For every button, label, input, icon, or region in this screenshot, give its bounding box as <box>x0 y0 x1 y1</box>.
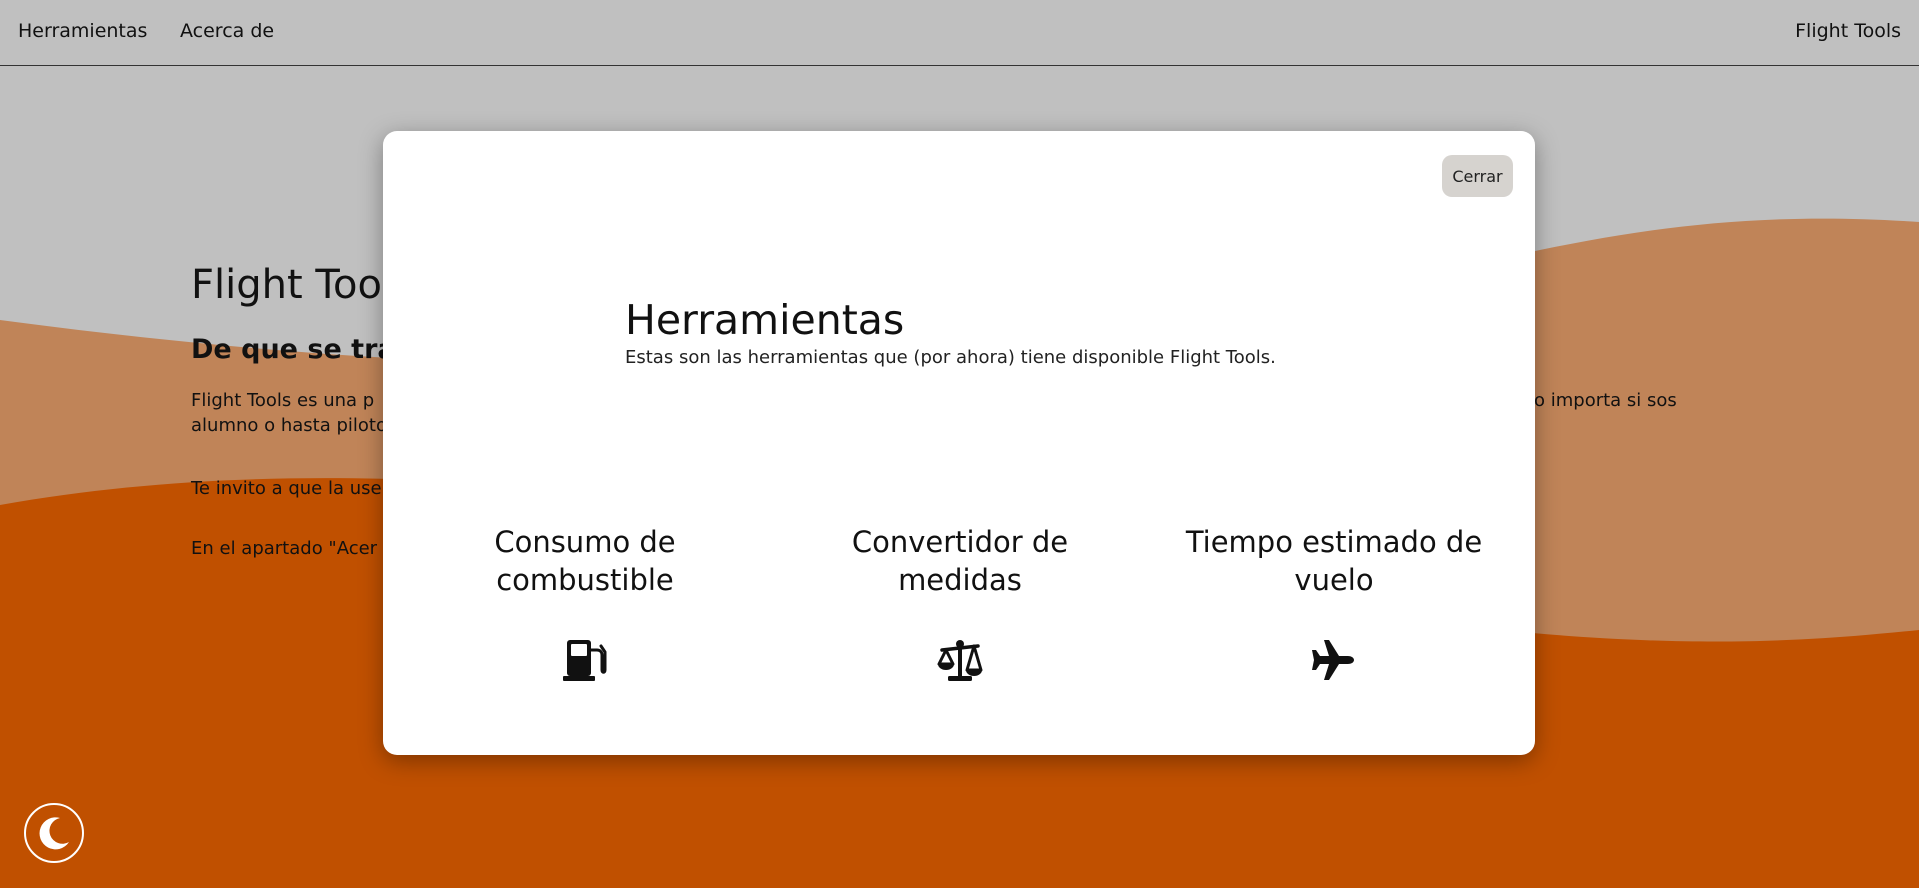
tool-fuel-consumption[interactable]: Consumo de combustible <box>415 523 755 684</box>
modal-title: Herramientas <box>625 296 905 344</box>
scale-icon <box>937 640 983 681</box>
tool-name: Convertidor de medidas <box>851 525 1069 597</box>
tool-name: Consumo de combustible <box>494 525 676 597</box>
tool-flight-time[interactable]: Tiempo estimado de vuelo <box>1164 523 1504 684</box>
fuel-pump-icon <box>563 640 607 681</box>
modal-description: Estas son las herramientas que (por ahor… <box>625 347 1276 368</box>
tool-unit-converter[interactable]: Convertidor de medidas <box>790 523 1130 684</box>
airplane-icon <box>1312 640 1354 680</box>
close-button[interactable]: Cerrar <box>1442 155 1513 197</box>
tools-modal: Cerrar Herramientas Estas son las herram… <box>383 131 1535 755</box>
tool-name: Tiempo estimado de vuelo <box>1185 525 1483 597</box>
